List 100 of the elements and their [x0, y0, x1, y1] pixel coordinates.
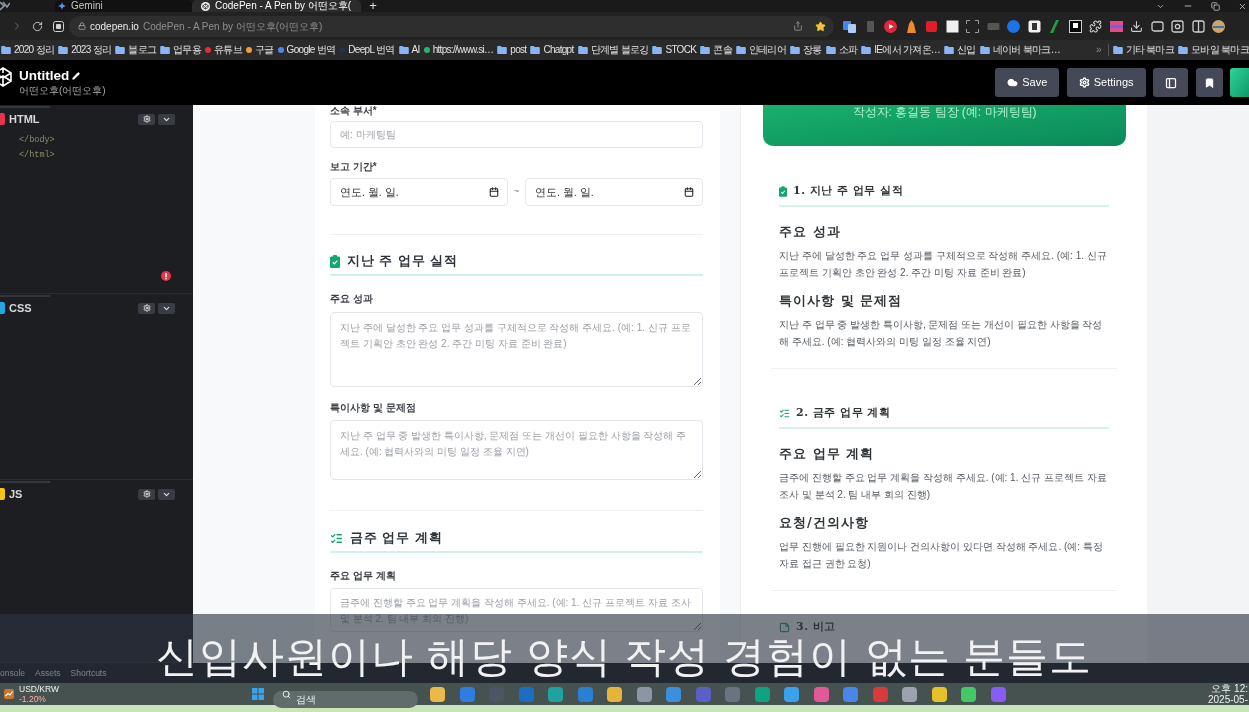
bookmark-link[interactable]: 2020 정리	[1, 44, 55, 56]
item-text: 지난 주 업무 중 발생한 특이사항, 문제점 또는 개선이 필요한 사항을 작성해 주세요. (예: 협력사와의 미팅 일정 조율 지연)	[779, 318, 1104, 349]
new-tab-button[interactable]: +	[367, 0, 379, 12]
reload-icon[interactable]	[32, 20, 43, 32]
folder-icon	[1178, 46, 1189, 54]
app-icon[interactable]	[430, 686, 445, 702]
panel-settings-button[interactable]	[138, 113, 155, 125]
input-field[interactable]: 예: 마케팅팀	[330, 121, 703, 148]
puzzle-icon[interactable]	[1089, 19, 1102, 33]
app-icon[interactable]	[784, 686, 799, 702]
folder-icon	[497, 46, 508, 54]
share-icon[interactable]	[793, 21, 803, 31]
profile-icon[interactable]	[1212, 19, 1225, 33]
sidebar-icon[interactable]	[1191, 19, 1205, 33]
calendar-icon[interactable]	[489, 187, 499, 197]
close-icon[interactable]	[1238, 1, 1247, 11]
app-icon[interactable]	[636, 686, 652, 702]
bookmark-link[interactable]: 유튜브	[205, 44, 242, 56]
search-icon	[282, 689, 291, 699]
lock-icon	[78, 22, 86, 30]
collapse-button[interactable]	[158, 488, 175, 500]
collapse-button[interactable]	[158, 302, 175, 314]
search-field[interactable]: 검색	[273, 690, 418, 708]
restore-icon[interactable]	[1211, 1, 1220, 11]
bookmark-link[interactable]: 장롱	[790, 44, 822, 56]
bookmark-link[interactable]: 기타 북마크	[1112, 44, 1175, 56]
folder-icon	[160, 46, 171, 54]
layout-button[interactable]	[1153, 68, 1188, 97]
extension-icon[interactable]	[53, 20, 64, 32]
bookmark-link[interactable]: Chatgpt	[530, 44, 574, 56]
app-icon[interactable]	[607, 686, 622, 702]
more-bookmarks-button[interactable]: »	[1093, 44, 1104, 56]
bookmark-link[interactable]: AI	[398, 44, 420, 56]
bookmark-link[interactable]: IE에서 가져온…	[861, 44, 941, 56]
screenshot-icon[interactable]	[1171, 19, 1184, 33]
bookmark-link[interactable]: 소파	[825, 44, 858, 56]
textarea-field[interactable]: 지난 주에 달성한 주요 업무 성과를 구체적으로 작성해 주세요. (예: 1. 신규 프로젝트 기획안 초안 완성 2. 주간 미팅 자료 준비 완료)	[330, 312, 703, 387]
extension-icon[interactable]	[904, 19, 918, 33]
collapse-button[interactable]	[158, 113, 175, 125]
bookmark-link[interactable]: 모바일 북마크	[1178, 44, 1249, 56]
bookmark-link[interactable]: STOCK	[652, 44, 697, 56]
bookmark-link[interactable]: post	[497, 44, 527, 56]
date-field[interactable]: 연도. 월. 일.	[525, 178, 703, 206]
code-line: </body>	[19, 134, 55, 147]
extension-icon[interactable]	[1068, 19, 1082, 33]
flag-icon[interactable]	[1109, 19, 1123, 33]
bookmark-link[interactable]: 신입	[944, 44, 976, 56]
bookmark-link[interactable]: 네이버 북마크…	[979, 44, 1060, 56]
bookmark-link[interactable]: 단계별 블로깅	[577, 44, 649, 56]
address-bar[interactable]: codepen.io CodePen - A Pen by 어떤오후(어떤오후)	[69, 15, 834, 37]
footer-tab[interactable]: Shortcuts	[70, 667, 107, 679]
panel-settings-button[interactable]	[138, 488, 155, 500]
textarea-field[interactable]: 지난 주 업무 중 발생한 특이사항, 문제점 또는 개선이 필요한 사항을 작성해 주세요. (예: 협력사와의 미팅 일정 조율 지연)	[330, 420, 703, 480]
browser-tab[interactable]: Gemini	[55, 0, 192, 12]
record-icon[interactable]	[925, 19, 938, 33]
section-title: 3. 비고	[796, 620, 836, 634]
bookmark-link[interactable]: Google 번역	[277, 44, 336, 56]
cloud-icon	[1007, 77, 1019, 88]
bookmark-link[interactable]: DeepL 번역	[339, 44, 395, 56]
ticker-change: -1.20%	[19, 694, 47, 704]
settings-button[interactable]: Settings	[1066, 68, 1146, 97]
bookmark-icon	[1203, 76, 1215, 89]
app-icon[interactable]	[902, 686, 917, 702]
pen-icon[interactable]	[1048, 19, 1061, 33]
folder-icon	[1112, 46, 1123, 54]
bookmark-button[interactable]	[1195, 68, 1223, 97]
url-text: codepen.io	[90, 19, 139, 34]
footer-tab[interactable]: Assets	[35, 667, 61, 679]
translate-icon[interactable]	[843, 19, 856, 33]
panel-settings-button[interactable]	[138, 302, 155, 314]
folder-icon	[115, 46, 126, 54]
item-heading: 주요 성과	[779, 224, 842, 240]
app-icon[interactable]	[0, 1, 10, 11]
chart-icon[interactable]	[4, 689, 14, 699]
app-icon[interactable]	[548, 686, 563, 702]
app-icon[interactable]	[931, 686, 947, 702]
bookmark-link[interactable]: 2023 정리	[58, 44, 112, 56]
tablet-icon[interactable]	[1150, 19, 1164, 33]
bookmark-link[interactable]: 블로그	[115, 44, 157, 56]
bookmark-link[interactable]: 인테리어	[735, 44, 786, 56]
date-field[interactable]: 연도. 월. 일.	[330, 178, 508, 206]
author-name: 어떤오후(어떤오후)	[19, 84, 106, 97]
edit-icon[interactable]	[72, 71, 81, 80]
folder-icon	[652, 46, 663, 54]
save-button[interactable]: Save	[995, 68, 1060, 97]
app-icon[interactable]	[961, 686, 976, 702]
extension-icon[interactable]	[945, 19, 959, 33]
extension-icon[interactable]	[1027, 19, 1041, 33]
calendar-icon[interactable]	[684, 187, 694, 197]
bookmark-link[interactable]: 업무용	[160, 44, 202, 56]
bookmark-link[interactable]: 콘솔	[700, 44, 732, 56]
bookmark-link[interactable]: 구글	[245, 44, 274, 56]
capture-icon[interactable]	[966, 19, 979, 33]
play-icon[interactable]	[884, 19, 897, 33]
download-icon[interactable]	[1130, 19, 1143, 33]
clipboard-check-icon	[330, 254, 340, 268]
bookmark-star-icon[interactable]	[815, 20, 826, 32]
footer-tab[interactable]: onsole	[0, 667, 26, 679]
browser-tab[interactable]: CodePen - A Pen by 어떤오후(	[192, 0, 362, 12]
bookmark-link[interactable]: https://www.si…	[423, 44, 494, 56]
